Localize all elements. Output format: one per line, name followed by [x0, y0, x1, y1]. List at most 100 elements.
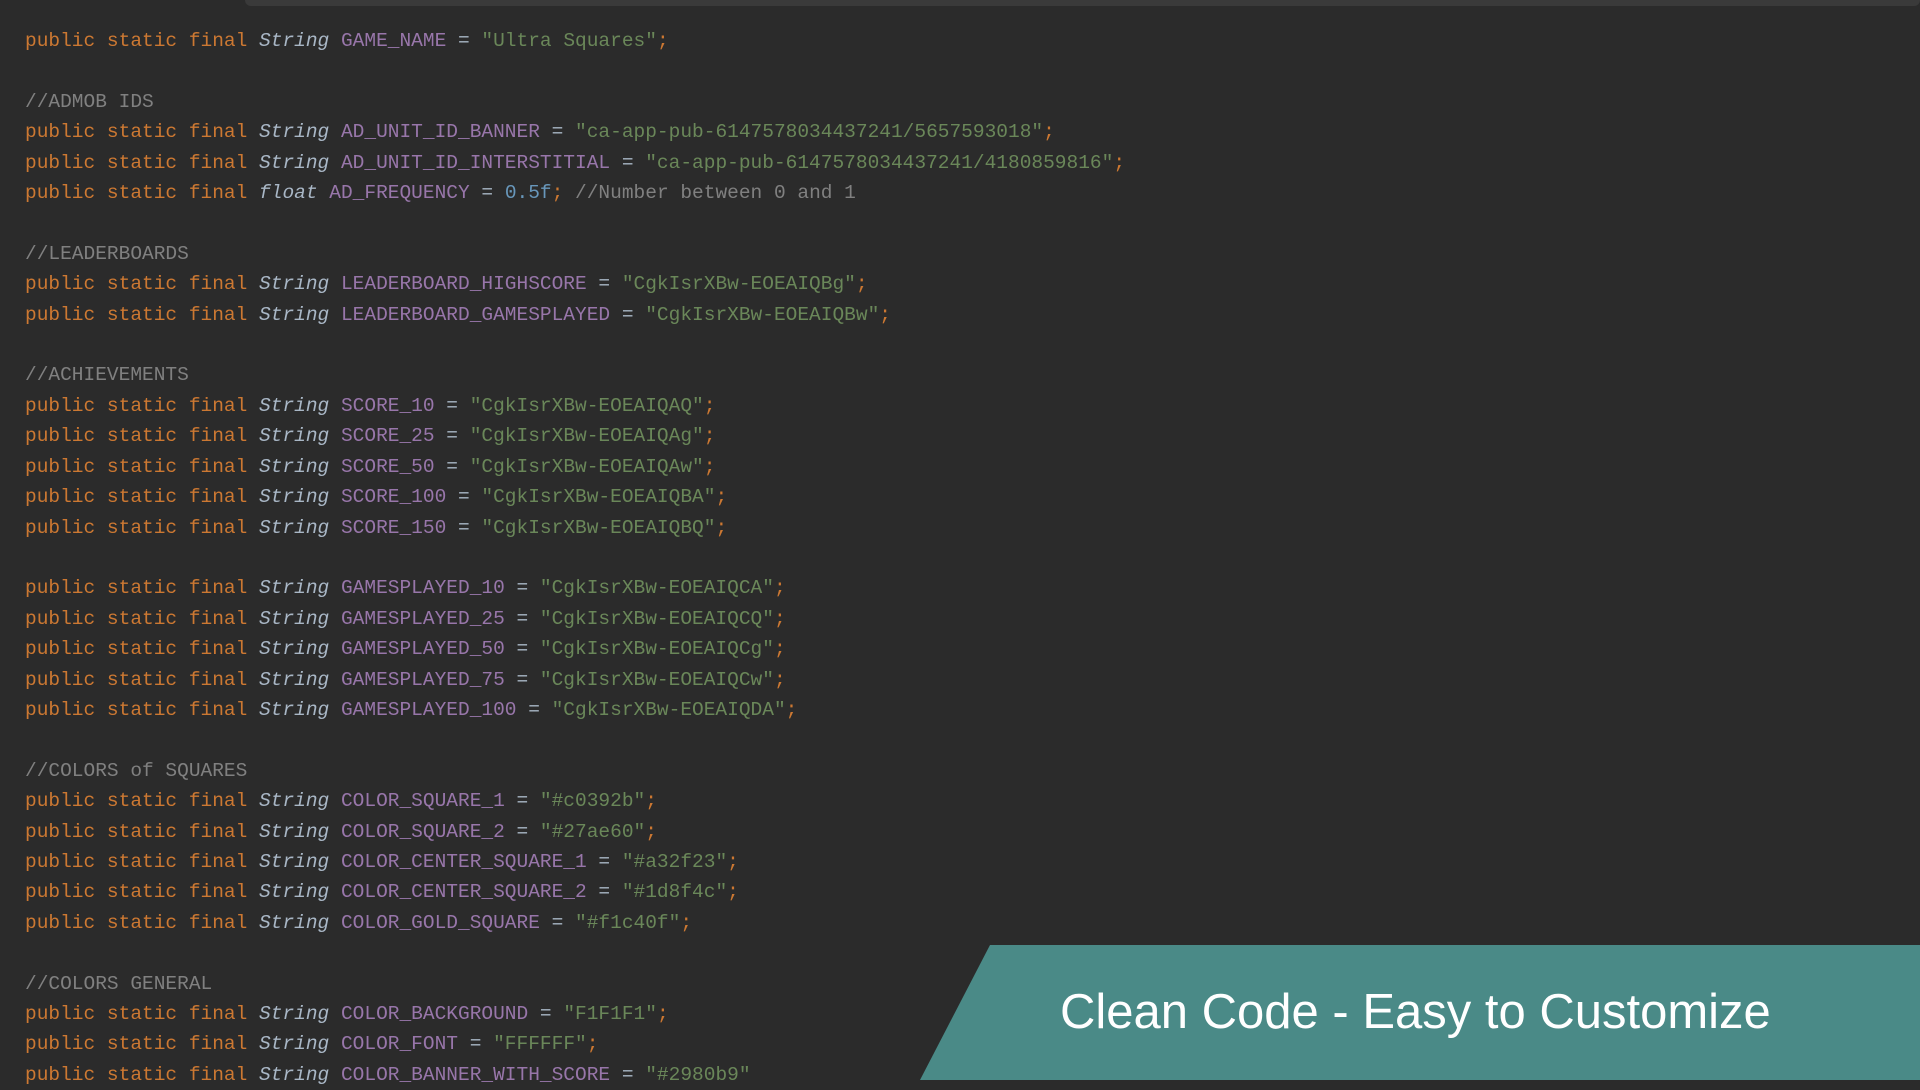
variable-name: SCORE_50 — [341, 456, 435, 478]
variable-name: GAMESPLAYED_50 — [341, 638, 505, 660]
type: String — [259, 517, 329, 539]
variable-name: COLOR_CENTER_SQUARE_1 — [341, 851, 587, 873]
type: String — [259, 486, 329, 508]
variable-name: SCORE_150 — [341, 517, 446, 539]
promo-banner-text: Clean Code - Easy to Customize — [1060, 997, 1771, 1027]
keyword: public static final — [25, 699, 259, 721]
code-line[interactable]: public static final String COLOR_GOLD_SQ… — [25, 908, 1920, 938]
string-literal: "CgkIsrXBw-EOEAIQAw" — [470, 456, 704, 478]
variable-name: GAMESPLAYED_10 — [341, 577, 505, 599]
code-line[interactable]: public static final String SCORE_10 = "C… — [25, 391, 1920, 421]
variable-name: COLOR_FONT — [341, 1033, 458, 1055]
code-line[interactable]: //ADMOB IDS — [25, 87, 1920, 117]
code-line[interactable]: public static final String SCORE_100 = "… — [25, 482, 1920, 512]
string-literal: "CgkIsrXBw-EOEAIQCA" — [540, 577, 774, 599]
variable-name: COLOR_GOLD_SQUARE — [341, 912, 540, 934]
keyword: public static final — [25, 881, 259, 903]
type: String — [259, 395, 329, 417]
type: String — [259, 669, 329, 691]
code-line[interactable]: public static final String COLOR_CENTER_… — [25, 847, 1920, 877]
string-literal: "#a32f23" — [622, 851, 727, 873]
keyword: public static final — [25, 273, 259, 295]
keyword: public static final — [25, 638, 259, 660]
code-line[interactable]: public static final String COLOR_SQUARE_… — [25, 786, 1920, 816]
keyword: public static final — [25, 912, 259, 934]
code-line[interactable] — [25, 330, 1920, 360]
variable-name: COLOR_SQUARE_2 — [341, 821, 505, 843]
type: String — [259, 638, 329, 660]
code-line[interactable] — [25, 725, 1920, 755]
number-literal: 0.5f — [505, 182, 552, 204]
keyword: public static final — [25, 121, 259, 143]
keyword: public static final — [25, 152, 259, 174]
comment: //Number between 0 and 1 — [563, 182, 856, 204]
string-literal: "CgkIsrXBw-EOEAIQBg" — [622, 273, 856, 295]
variable-name: GAME_NAME — [341, 30, 446, 52]
keyword: public static final — [25, 425, 259, 447]
string-literal: "#c0392b" — [540, 790, 645, 812]
variable-name: SCORE_25 — [341, 425, 435, 447]
type: String — [259, 152, 329, 174]
code-line[interactable]: public static final String GAME_NAME = "… — [25, 26, 1920, 56]
code-line[interactable]: public static final String COLOR_SQUARE_… — [25, 817, 1920, 847]
code-line[interactable]: public static final String SCORE_25 = "C… — [25, 421, 1920, 451]
keyword: public static final — [25, 517, 259, 539]
keyword: public static final — [25, 669, 259, 691]
variable-name: COLOR_BACKGROUND — [341, 1003, 528, 1025]
comment: //ACHIEVEMENTS — [25, 364, 189, 386]
code-editor[interactable]: public static final String GAME_NAME = "… — [25, 26, 1920, 1090]
variable-name: AD_FREQUENCY — [329, 182, 469, 204]
string-literal: "ca-app-pub-6147578034437241/4180859816" — [645, 152, 1113, 174]
variable-name: COLOR_BANNER_WITH_SCORE — [341, 1064, 610, 1086]
type: String — [259, 699, 329, 721]
string-literal: "CgkIsrXBw-EOEAIQBQ" — [481, 517, 715, 539]
code-line[interactable]: public static final String SCORE_150 = "… — [25, 513, 1920, 543]
code-line[interactable] — [25, 208, 1920, 238]
string-literal: "CgkIsrXBw-EOEAIQBA" — [481, 486, 715, 508]
code-line[interactable]: //LEADERBOARDS — [25, 239, 1920, 269]
keyword: public static final — [25, 577, 259, 599]
code-line[interactable]: //ACHIEVEMENTS — [25, 360, 1920, 390]
comment: //COLORS of SQUARES — [25, 760, 247, 782]
code-line[interactable]: public static final String LEADERBOARD_H… — [25, 269, 1920, 299]
string-literal: "CgkIsrXBw-EOEAIQBw" — [645, 304, 879, 326]
comment: //LEADERBOARDS — [25, 243, 189, 265]
keyword: public static final — [25, 821, 259, 843]
code-line[interactable]: public static final String AD_UNIT_ID_BA… — [25, 117, 1920, 147]
keyword: public static final — [25, 395, 259, 417]
code-line[interactable]: public static final String GAMESPLAYED_1… — [25, 573, 1920, 603]
type: String — [259, 851, 329, 873]
code-line[interactable]: public static final String LEADERBOARD_G… — [25, 300, 1920, 330]
type: String — [259, 608, 329, 630]
keyword: public static final — [25, 1064, 259, 1086]
code-line[interactable]: public static final String GAMESPLAYED_5… — [25, 634, 1920, 664]
code-line[interactable] — [25, 56, 1920, 86]
code-line[interactable]: //COLORS of SQUARES — [25, 756, 1920, 786]
tab-bar-edge — [245, 0, 1920, 6]
type: String — [259, 1033, 329, 1055]
string-literal: "ca-app-pub-6147578034437241/5657593018" — [575, 121, 1043, 143]
string-literal: "F1F1F1" — [563, 1003, 657, 1025]
variable-name: AD_UNIT_ID_BANNER — [341, 121, 540, 143]
keyword: public static final — [25, 304, 259, 326]
code-line[interactable]: public static final float AD_FREQUENCY =… — [25, 178, 1920, 208]
code-line[interactable]: public static final String SCORE_50 = "C… — [25, 452, 1920, 482]
type: String — [259, 790, 329, 812]
string-literal: "CgkIsrXBw-EOEAIQCQ" — [540, 608, 774, 630]
variable-name: GAMESPLAYED_25 — [341, 608, 505, 630]
type: String — [259, 425, 329, 447]
code-line[interactable]: public static final String GAMESPLAYED_1… — [25, 695, 1920, 725]
code-line[interactable] — [25, 543, 1920, 573]
code-line[interactable]: public static final String AD_UNIT_ID_IN… — [25, 148, 1920, 178]
code-line[interactable]: public static final String GAMESPLAYED_2… — [25, 604, 1920, 634]
type: String — [259, 881, 329, 903]
code-line[interactable]: public static final String COLOR_CENTER_… — [25, 877, 1920, 907]
variable-name: SCORE_100 — [341, 486, 446, 508]
code-line[interactable]: public static final String GAMESPLAYED_7… — [25, 665, 1920, 695]
keyword: public static final — [25, 790, 259, 812]
type: String — [259, 304, 329, 326]
comment: //ADMOB IDS — [25, 91, 154, 113]
keyword: public static final — [25, 608, 259, 630]
type: String — [259, 1064, 329, 1086]
promo-banner: Clean Code - Easy to Customize — [920, 945, 1920, 1080]
